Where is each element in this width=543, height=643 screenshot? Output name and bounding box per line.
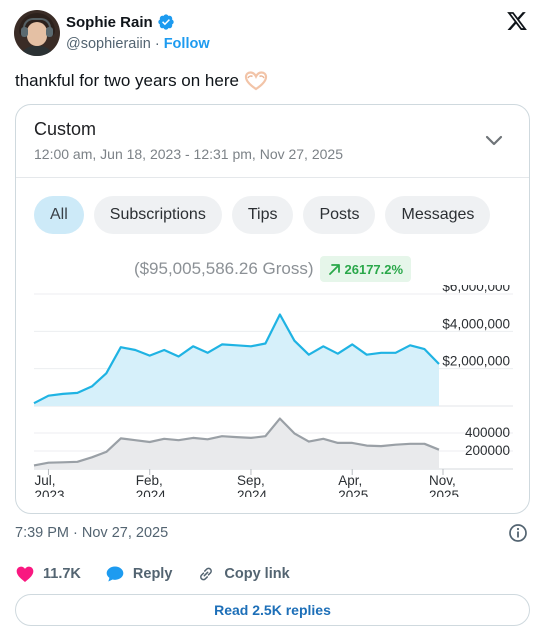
filter-chip-subscriptions[interactable]: Subscriptions (93, 196, 222, 234)
tweet-header: Sophie Rain @sophieraiin · Follow (14, 10, 530, 56)
heart-icon (16, 566, 34, 582)
x-tick-label: 2025 (429, 488, 459, 497)
x-tick-label: Feb, (136, 473, 163, 488)
x-logo-icon[interactable] (506, 10, 528, 32)
card-title: Custom (34, 119, 97, 139)
reply-button[interactable]: Reply (105, 564, 173, 584)
copy-link-button[interactable]: Copy link (196, 564, 290, 584)
tweet-text: thankful for two years on here (15, 68, 268, 94)
tweet-actions: 11.7K Reply Copy link (15, 563, 314, 585)
copy-link-label: Copy link (224, 566, 290, 582)
name-row: Sophie Rain (66, 12, 175, 32)
read-replies-button[interactable]: Read 2.5K replies (15, 594, 530, 626)
chevron-down-icon[interactable] (485, 135, 503, 147)
reply-bubble-icon (106, 566, 124, 582)
earnings-chart: $6,000,000 $4,000,000 $2,000,000 400000 2000… (33, 285, 513, 497)
link-icon (200, 567, 213, 581)
x-tick-label: Nov, (429, 473, 456, 488)
y-tick-label: $2,000,000 (442, 354, 510, 369)
y-tick-label: $4,000,000 (442, 316, 510, 331)
filter-chips: All Subscriptions Tips Posts Messages (34, 196, 491, 234)
y-tick-label: 400000 (465, 425, 510, 440)
x-tick-label: 2023 (34, 488, 64, 497)
x-tick-label: Sep, (237, 473, 265, 488)
info-icon[interactable] (508, 523, 528, 543)
tweet-timestamp[interactable]: 7:39 PM · Nov 27, 2025 (15, 525, 168, 541)
y-tick-label: $6,000,000 (442, 285, 510, 294)
card-divider (16, 177, 529, 178)
avatar[interactable] (14, 10, 60, 56)
count-area (34, 418, 439, 469)
like-count: 11.7K (43, 566, 81, 582)
earnings-area (34, 314, 439, 406)
growth-badge: 26177.2% (319, 256, 412, 282)
follow-button[interactable]: Follow (164, 36, 210, 52)
growth-value: 26177.2% (344, 261, 404, 277)
gross-total: ($95,005,586.26 Gross) (133, 259, 314, 278)
filter-chip-posts[interactable]: Posts (303, 196, 376, 234)
x-tick-label: 2025 (338, 488, 368, 497)
x-tick-label: 2024 (136, 488, 167, 497)
x-tick-label: 2024 (237, 488, 268, 497)
display-name[interactable]: Sophie Rain (66, 14, 153, 31)
x-tick-label: Apr, (338, 473, 362, 488)
handle[interactable]: @sophieraiin (66, 36, 151, 52)
tweet-body: thankful for two years on here (15, 71, 239, 90)
filter-chip-messages[interactable]: Messages (385, 196, 491, 234)
earnings-card: Custom 12:00 am, Jun 18, 2023 - 12:31 pm… (15, 104, 530, 514)
reply-label: Reply (132, 566, 173, 582)
filter-chip-all[interactable]: All (34, 196, 84, 234)
arrow-up-right-icon (328, 263, 340, 275)
separator-dot: · (154, 36, 160, 52)
y-tick-label: 200000 (465, 443, 510, 458)
heart-hands-icon (244, 71, 268, 91)
x-tick-label: Jul, (34, 473, 55, 488)
like-button[interactable]: 11.7K (15, 564, 81, 584)
filter-chip-tips[interactable]: Tips (231, 196, 294, 234)
handle-row: @sophieraiin · Follow (66, 34, 210, 54)
earnings-summary: ($95,005,586.26 Gross) 26177.2% (16, 256, 529, 282)
date-range: 12:00 am, Jun 18, 2023 - 12:31 pm, Nov 2… (34, 146, 343, 162)
verified-badge-icon (158, 14, 174, 30)
